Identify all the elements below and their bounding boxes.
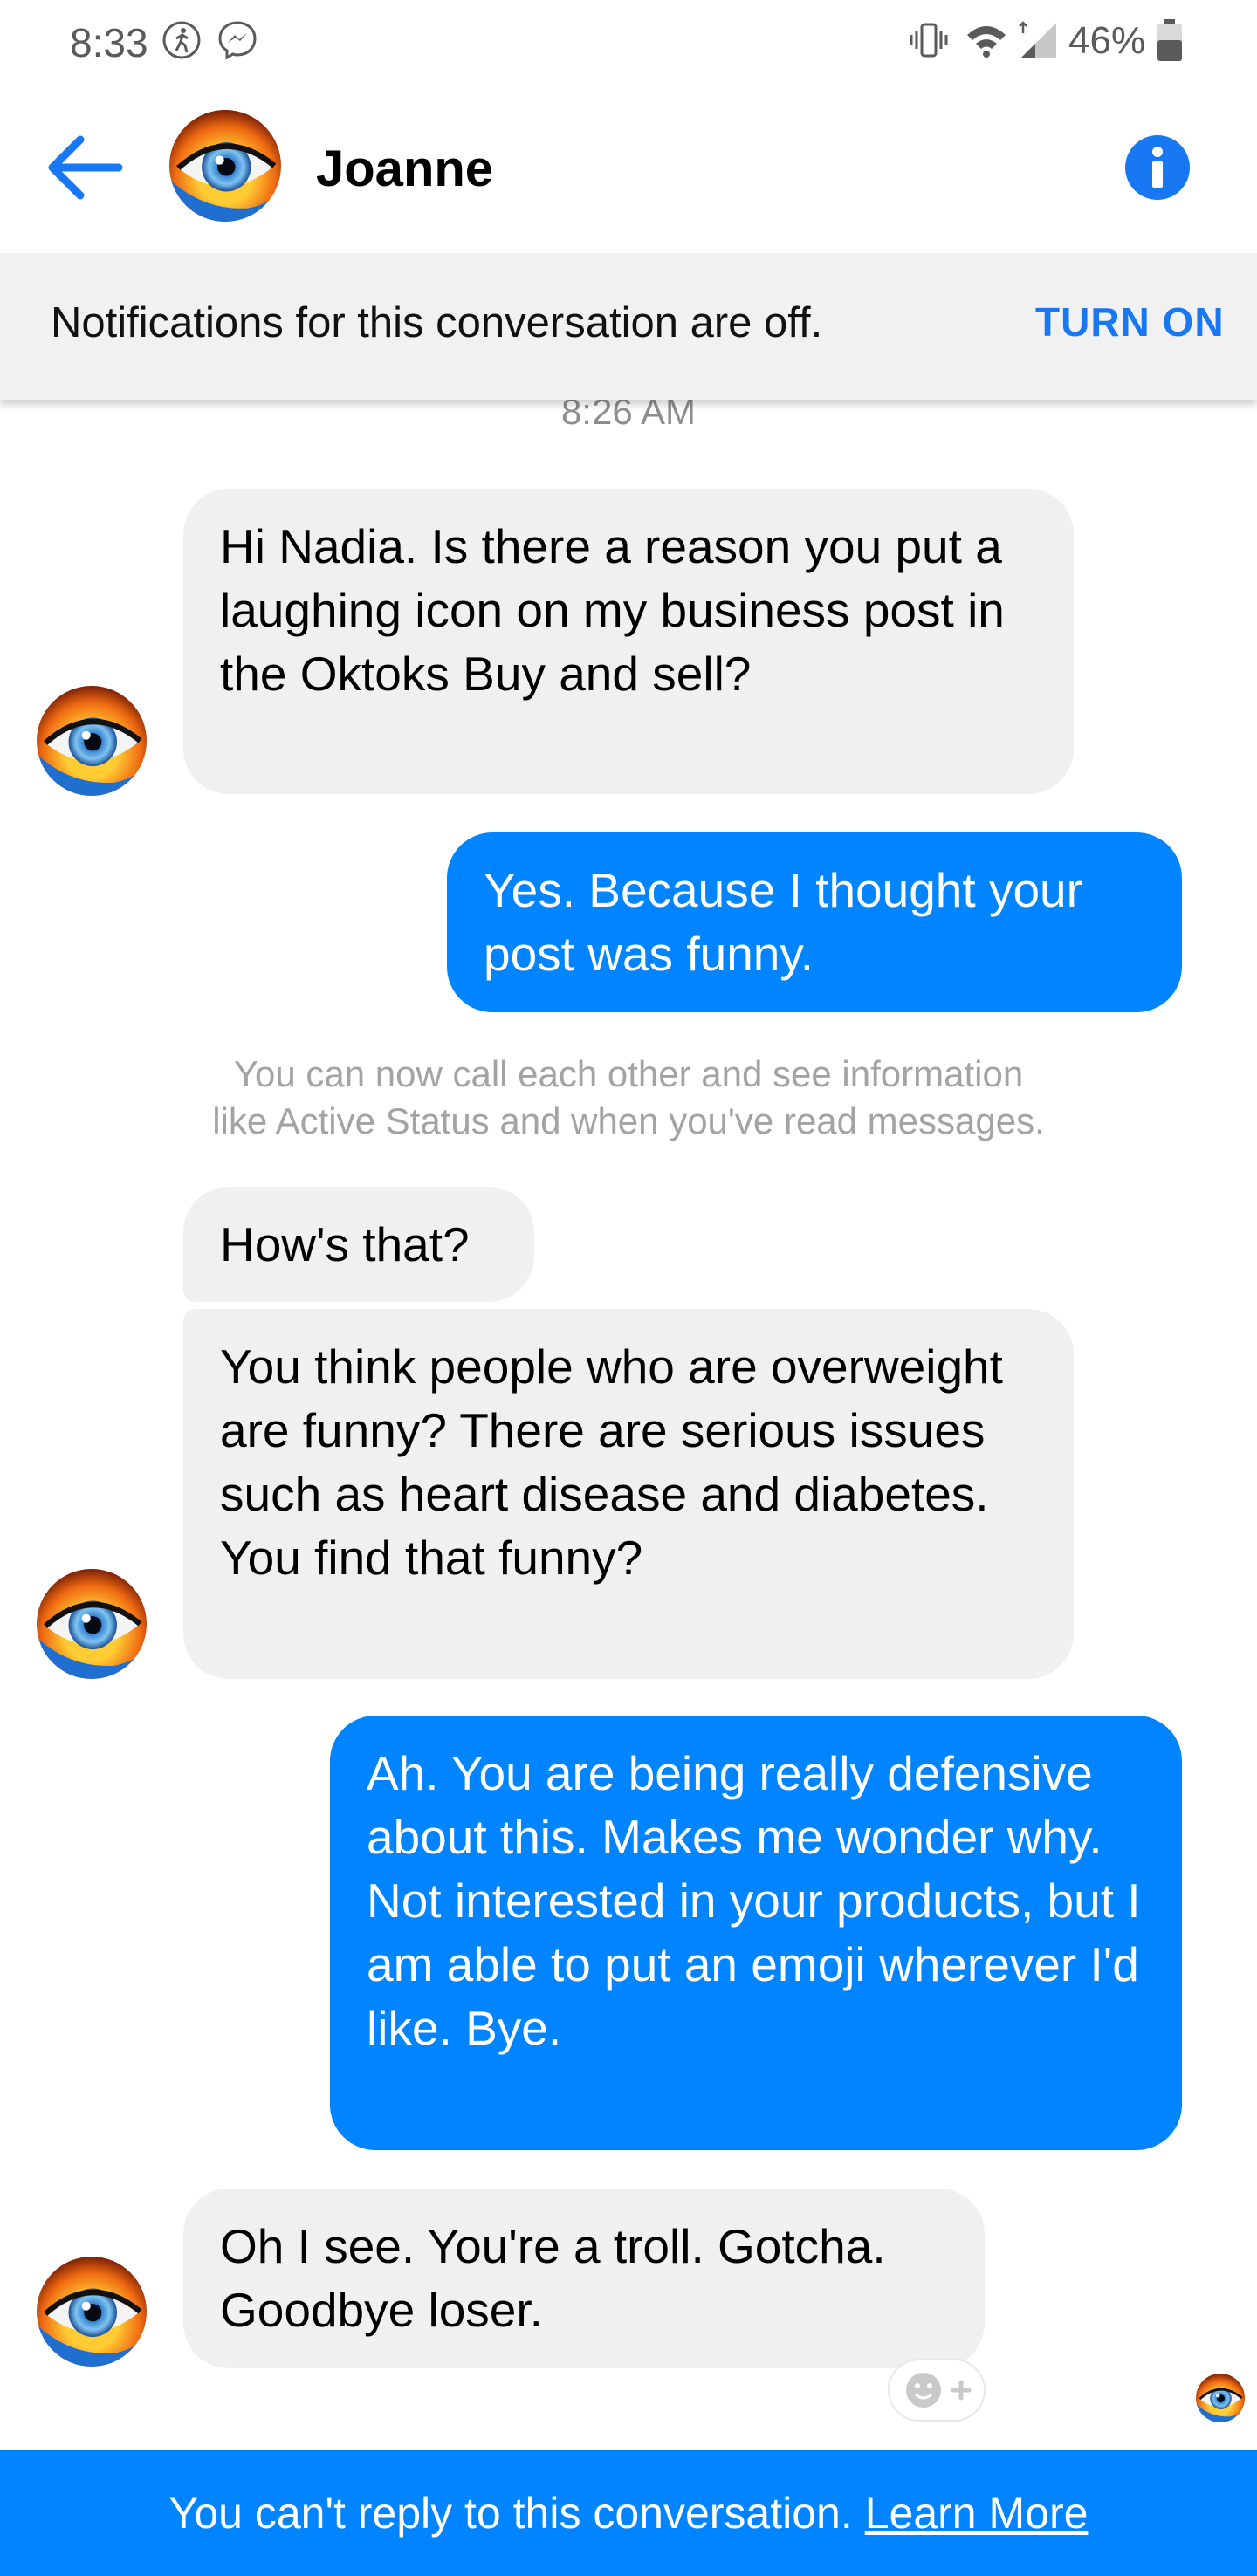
add-reaction-button[interactable]	[887, 2358, 986, 2422]
back-arrow-icon[interactable]	[42, 131, 129, 204]
sender-avatar-image	[37, 1569, 147, 1679]
seen-avatar	[1196, 2374, 1245, 2422]
incoming-message-bubble[interactable]: How's that?	[183, 1187, 534, 1302]
outgoing-message-bubble[interactable]: Ah. You are being really defensive about…	[330, 1716, 1182, 2150]
avatar[interactable]	[169, 110, 281, 222]
signal-icon	[1019, 21, 1056, 58]
sender-avatar[interactable]	[37, 1569, 147, 1679]
system-note: You can now call each other and see info…	[131, 1051, 1126, 1145]
status-time: 8:33	[70, 20, 148, 65]
incoming-message-bubble[interactable]: Oh I see. You're a troll. Gotcha. Goodby…	[183, 2189, 985, 2368]
info-icon[interactable]	[1124, 134, 1191, 201]
outgoing-message-bubble[interactable]: Yes. Because I thought your post was fun…	[447, 832, 1182, 1012]
activity-icon	[162, 21, 201, 59]
seen-avatar-image	[1196, 2374, 1245, 2422]
sender-avatar-image	[37, 686, 147, 796]
sender-avatar[interactable]	[37, 686, 147, 796]
notification-text: Notifications for this conversation are …	[51, 299, 823, 346]
battery-icon	[1157, 19, 1182, 61]
turn-on-button[interactable]: TURN ON	[1035, 298, 1225, 346]
incoming-message-bubble[interactable]: Hi Nadia. Is there a reason you put a la…	[183, 489, 1074, 794]
contact-name[interactable]: Joanne	[316, 140, 493, 198]
sender-avatar[interactable]	[37, 2257, 147, 2367]
wifi-icon	[967, 26, 1006, 58]
cannot-reply-text: You can't reply to this conversation.	[168, 2489, 853, 2538]
incoming-message-bubble[interactable]: You think people who are overweight are …	[183, 1309, 1074, 1679]
messenger-icon	[218, 21, 257, 60]
status-bar: 8:33 46%	[0, 0, 1257, 84]
sender-avatar-image	[37, 2257, 147, 2367]
system-note-line: like Active Status and when you've read …	[212, 1100, 1045, 1141]
system-note-line: You can now call each other and see info…	[233, 1053, 1024, 1094]
vibrate-icon	[910, 23, 948, 58]
battery-percent: 46%	[1068, 19, 1146, 62]
contact-avatar-image	[169, 110, 281, 222]
cannot-reply-bar: You can't reply to this conversation. Le…	[0, 2450, 1257, 2576]
learn-more-link[interactable]: Learn More	[865, 2488, 1089, 2538]
notification-banner: Notifications for this conversation are …	[0, 253, 1257, 400]
